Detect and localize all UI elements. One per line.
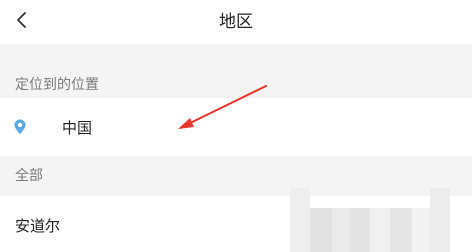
blurred-index-bar [290,188,460,252]
red-arrow-icon [178,85,267,129]
current-location-label: 中国 [62,119,93,137]
all-section-title: 全部 [15,168,43,184]
page-title: 地区 [219,11,253,32]
top-bar: 地区 [0,0,472,44]
region-item-label: 安道尔 [15,217,61,235]
location-pin-icon [14,119,26,134]
located-section-title: 定位到的位置 [15,77,99,93]
